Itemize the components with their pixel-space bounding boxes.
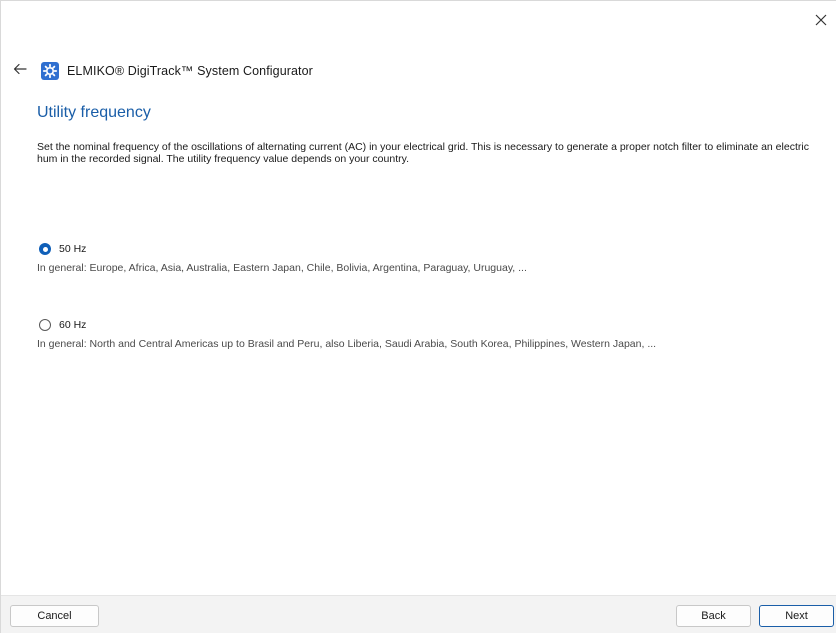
back-arrow-icon (13, 62, 27, 80)
option-label-60hz[interactable]: 60 Hz (59, 319, 86, 331)
close-icon (815, 13, 827, 31)
app-icon (41, 62, 59, 80)
option-description-60hz: In general: North and Central Americas u… (37, 338, 657, 350)
option-50hz: 50 Hz In general: Europe, Africa, Asia, … (37, 241, 527, 274)
configurator-window: ELMIKO® DigiTrack™ System Configurator U… (0, 0, 836, 633)
next-button[interactable]: Next (759, 605, 834, 627)
page-title: Utility frequency (37, 104, 151, 121)
radio-checked-icon[interactable] (39, 243, 51, 255)
option-description-50hz: In general: Europe, Africa, Asia, Austra… (37, 262, 527, 274)
footer-bar: Cancel Back Next (1, 595, 836, 633)
header: ELMIKO® DigiTrack™ System Configurator (10, 61, 313, 81)
back-arrow-button[interactable] (10, 61, 30, 81)
radio-60hz[interactable]: 60 Hz (39, 317, 656, 333)
radio-unchecked-icon[interactable] (39, 319, 51, 331)
option-60hz: 60 Hz In general: North and Central Amer… (37, 317, 657, 350)
page-description: Set the nominal frequency of the oscilla… (37, 141, 809, 165)
cancel-button[interactable]: Cancel (10, 605, 99, 627)
app-title: ELMIKO® DigiTrack™ System Configurator (67, 64, 313, 78)
radio-50hz[interactable]: 50 Hz (39, 241, 527, 257)
option-label-50hz[interactable]: 50 Hz (59, 243, 86, 255)
close-button[interactable] (808, 11, 834, 33)
back-button[interactable]: Back (676, 605, 751, 627)
